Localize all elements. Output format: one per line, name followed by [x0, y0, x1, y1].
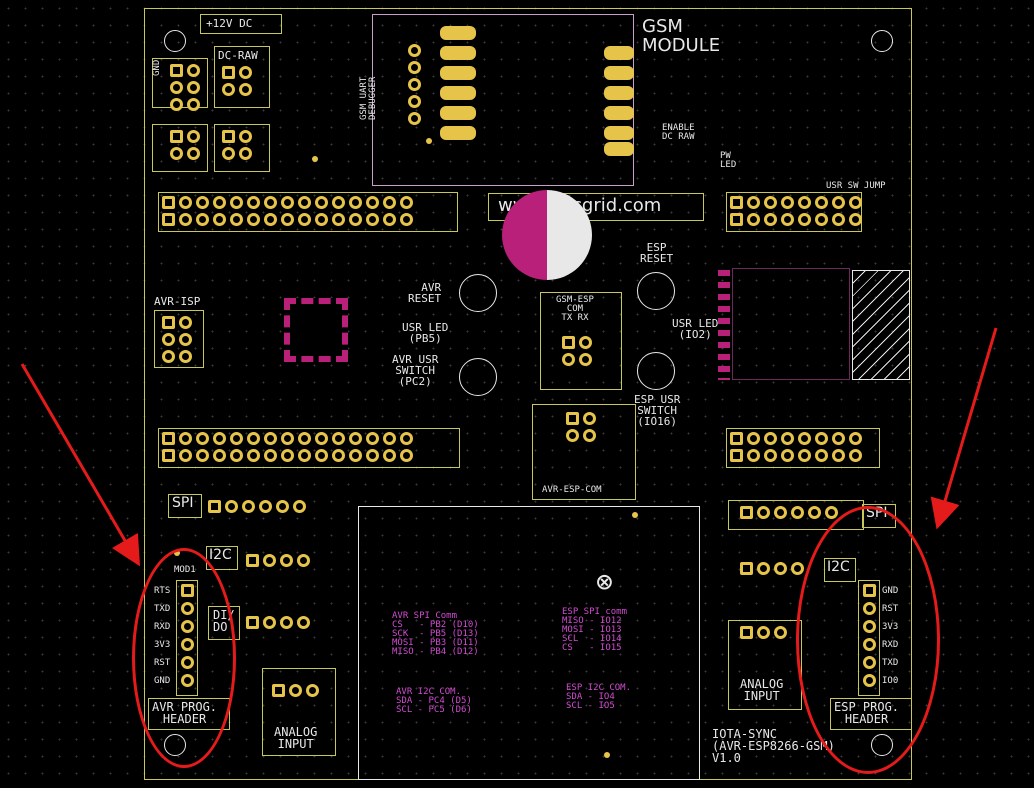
label-spi-left: SPI: [172, 495, 194, 511]
analog-input-right-header: [740, 626, 787, 639]
arrow-right: [930, 327, 998, 530]
header-j8-j9: [162, 432, 413, 462]
esp-top-header: [730, 196, 862, 226]
esp-antenna: [852, 270, 910, 380]
gsm-pad: [604, 106, 634, 120]
gnd-header: [170, 64, 200, 111]
v33-header: [170, 130, 200, 160]
i2c-left-header: [246, 554, 310, 567]
label-avr-esp-com: AVR-ESP-COM: [542, 485, 602, 495]
label-usr-led-io2: USR LED (IO2): [672, 317, 719, 341]
capacitor-c10: [502, 190, 592, 280]
label-pw-led: PW LED: [720, 151, 737, 170]
atmega-chip: [284, 298, 348, 362]
header-j14-j15: [730, 432, 862, 462]
avr-i2c-comm-notes: AVR I2C COM. SDA - PC4 (D5) SCL - PC5 (D…: [396, 687, 472, 715]
di-do-header: [246, 616, 310, 629]
via: [604, 752, 610, 758]
esp-spi-comm-notes: ESP SPI comm MISO - IO12 MOSI - IO13 SCL…: [562, 607, 628, 653]
avr-isp-header: [162, 316, 192, 363]
gsm-pad: [604, 86, 634, 100]
label-analog-input-right: ANALOG INPUT: [740, 677, 784, 703]
gsm-esp-com-header: [562, 336, 592, 366]
label-gsm-uart: GSM UART DEBUGGER: [359, 76, 378, 120]
avr-usr-button[interactable]: [448, 352, 506, 402]
gsm-pad: [440, 26, 476, 40]
label-esp-reset: ESP RESET: [640, 241, 674, 265]
mounting-hole-tl: [164, 30, 186, 52]
avr-spi-comm-notes: AVR SPI Comm CS - PB2 (D10) SCK - PB5 (D…: [392, 611, 479, 657]
esp-usr-button[interactable]: [626, 346, 684, 396]
esp-reset-button[interactable]: [626, 266, 684, 316]
gsm-pad: [604, 142, 634, 156]
crosshair-icon: ⊗: [596, 565, 613, 598]
header-j6-j7-outline: [158, 192, 458, 232]
label-gnd: GND: [152, 59, 162, 76]
via: [312, 156, 318, 162]
gsm-pad: [604, 46, 634, 60]
label-avr-isp: AVR-ISP: [154, 295, 201, 308]
pcb-canvas: +12V DC GND DC-RAW GSM MODULE GSM UART D…: [0, 0, 1034, 788]
gsm-pad: [604, 126, 634, 140]
dc-raw-header: [222, 66, 252, 96]
gsm-pad: [440, 66, 476, 80]
esp-module-left-pads: [718, 270, 730, 380]
label-avr-usr-switch: AVR USR SWITCH (PC2): [392, 353, 439, 388]
label-dc-raw: DC-RAW: [218, 49, 258, 62]
label-gsm-esp-com: GSM-ESP COM TX RX: [556, 295, 594, 323]
gsm-uart-header: [408, 44, 421, 125]
esp-i2c-comm-notes: ESP I2C COM. SDA - IO4 SCL - IO5: [566, 683, 632, 711]
esp-module-outline: [732, 268, 850, 380]
spi-left-header: [208, 500, 306, 513]
gsm-pad: [440, 46, 476, 60]
label-i2c-left: I2C: [209, 547, 232, 563]
analog-input-left-header: [272, 684, 319, 697]
gsm-pad: [440, 106, 476, 120]
label-gsm-module: GSM MODULE: [642, 16, 721, 56]
header-j25: [740, 506, 838, 519]
label-12v-dc: +12V DC: [206, 17, 253, 30]
annotation-circle-esp-prog: [796, 506, 940, 774]
v5-header: [222, 130, 252, 160]
avr-reset-button[interactable]: [448, 268, 506, 318]
gsm-pad: [440, 126, 476, 140]
label-analog-input-left: ANALOG INPUT: [274, 725, 318, 751]
avr-esp-com-header: [566, 412, 596, 442]
via: [632, 512, 638, 518]
mounting-hole-tr: [871, 30, 893, 52]
label-enable-dc-raw: ENABLE DC RAW: [662, 123, 695, 142]
gsm-pad: [604, 66, 634, 80]
label-usr-sw-jump: USR SW JUMP: [826, 181, 886, 191]
gsm-pad: [440, 86, 476, 100]
i2c-right-header: [740, 562, 804, 575]
via: [426, 138, 432, 144]
arrow-left: [20, 363, 141, 567]
label-esp-usr-switch: ESP USR SWITCH (IO16): [634, 393, 681, 428]
label-avr-reset: AVR RESET: [408, 281, 442, 305]
annotation-circle-avr-prog: [132, 548, 236, 768]
label-usr-led-pb5: USR LED (PB5): [402, 321, 449, 345]
